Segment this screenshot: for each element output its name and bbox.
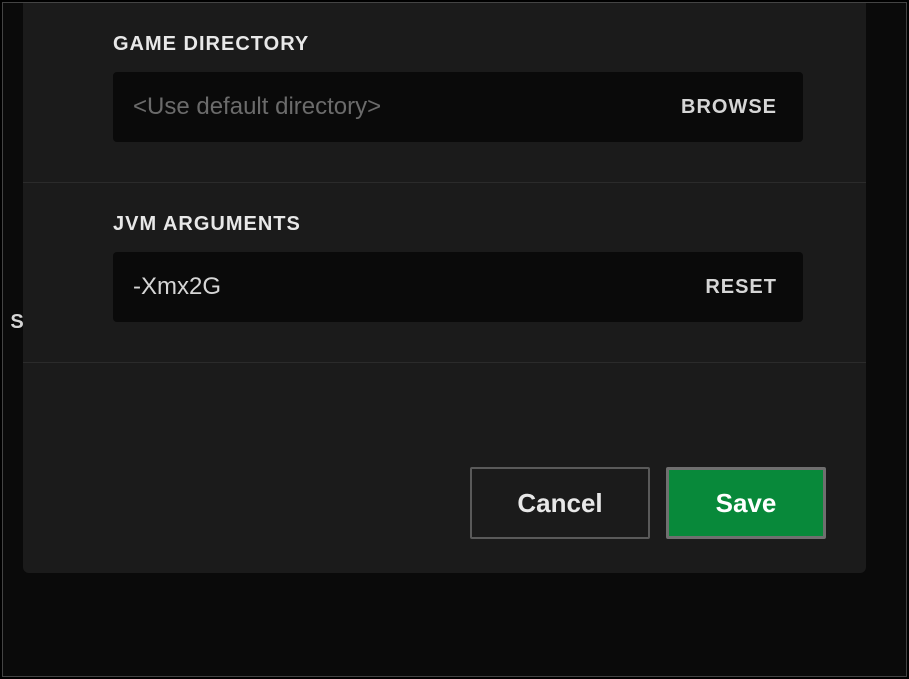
jvm-arguments-label: JVM ARGUMENTS [113,213,866,236]
section-divider-2 [23,362,866,363]
window-frame: SE GAME DIRECTORY BROWSE JVM ARGUMENTS R… [2,2,907,677]
button-bar: Cancel Save [470,467,826,539]
game-directory-input-group: BROWSE [113,72,803,142]
game-directory-section: GAME DIRECTORY BROWSE [23,33,866,172]
settings-panel: GAME DIRECTORY BROWSE JVM ARGUMENTS RESE… [23,3,866,573]
jvm-arguments-section: JVM ARGUMENTS RESET [23,213,866,352]
reset-button[interactable]: RESET [699,276,783,299]
cancel-button[interactable]: Cancel [470,467,650,539]
game-directory-input[interactable] [133,93,675,121]
jvm-arguments-input[interactable] [133,273,699,301]
section-divider [23,182,866,183]
browse-button[interactable]: BROWSE [675,96,783,119]
save-button[interactable]: Save [666,467,826,539]
game-directory-label: GAME DIRECTORY [113,33,866,56]
jvm-arguments-input-group: RESET [113,252,803,322]
